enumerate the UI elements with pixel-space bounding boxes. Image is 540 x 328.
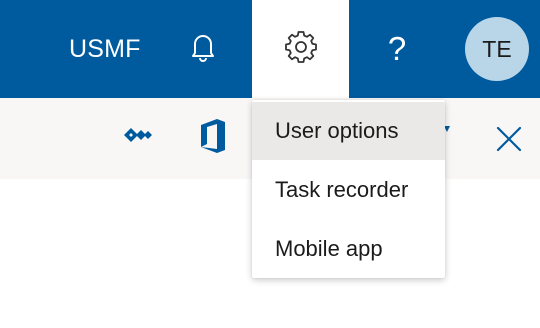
notifications-button[interactable] <box>172 0 234 98</box>
settings-button[interactable] <box>252 0 349 98</box>
company-picker[interactable]: USMF <box>69 35 141 64</box>
close-button[interactable] <box>492 124 526 158</box>
top-navigation-bar: USMF ? TE <box>0 0 540 98</box>
office-logo-icon <box>199 118 227 159</box>
menu-item-label: Mobile app <box>275 236 383 261</box>
office-button[interactable] <box>195 118 231 158</box>
close-icon <box>495 125 523 158</box>
dynamics-button[interactable] <box>122 120 156 154</box>
settings-dropdown-menu: User options Task recorder Mobile app <box>252 100 445 278</box>
help-button[interactable]: ? <box>366 0 428 98</box>
menu-item-mobile-app[interactable]: Mobile app <box>252 220 445 278</box>
menu-item-task-recorder[interactable]: Task recorder <box>252 161 445 219</box>
menu-item-label: Task recorder <box>275 177 409 202</box>
user-avatar[interactable]: TE <box>465 17 529 81</box>
menu-item-label: User options <box>275 118 399 143</box>
dynamics-logo-icon <box>124 125 154 150</box>
bell-icon <box>190 32 216 67</box>
gear-icon <box>284 30 318 69</box>
menu-item-user-options[interactable]: User options <box>252 102 445 160</box>
question-mark-icon: ? <box>387 30 407 67</box>
